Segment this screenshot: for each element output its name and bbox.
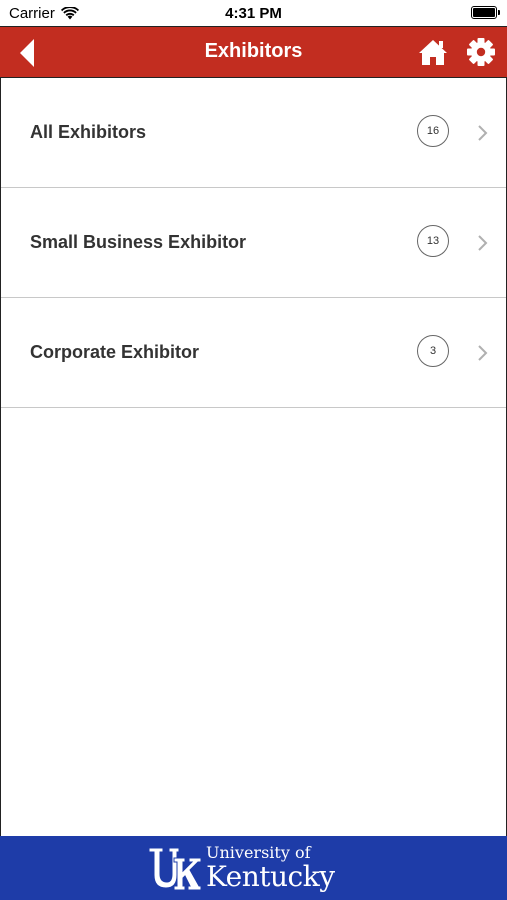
count-badge: 3 (417, 335, 449, 367)
list-item-corporate-exhibitor[interactable]: Corporate Exhibitor 3 (1, 298, 506, 408)
status-time: 4:31 PM (225, 5, 282, 22)
settings-button[interactable] (466, 37, 496, 67)
uk-logo (148, 847, 202, 891)
status-bar: Carrier 4:31 PM (0, 0, 507, 26)
list-item-label: All Exhibitors (30, 122, 147, 142)
nav-bar: Exhibitors (0, 26, 507, 78)
chevron-right-icon (478, 125, 488, 141)
battery-icon (471, 6, 500, 19)
footer-banner: University of Kentucky (0, 836, 507, 900)
brand-line-kentucky: Kentucky (206, 860, 335, 893)
chevron-right-icon (478, 345, 488, 361)
home-icon (419, 40, 447, 65)
university-logo: University of Kentucky (148, 842, 358, 896)
list-item-label: Corporate Exhibitor (30, 342, 200, 362)
count-badge: 13 (417, 225, 449, 257)
list-item-all-exhibitors[interactable]: All Exhibitors 16 (1, 78, 506, 188)
gear-icon (467, 38, 495, 66)
list-item-label: Small Business Exhibitor (30, 232, 247, 252)
exhibitor-category-list: All Exhibitors 16 Small Business Exhibit… (1, 78, 506, 408)
list-item-small-business-exhibitor[interactable]: Small Business Exhibitor 13 (1, 188, 506, 298)
home-button[interactable] (418, 37, 448, 67)
chevron-right-icon (478, 235, 488, 251)
count-badge: 16 (417, 115, 449, 147)
